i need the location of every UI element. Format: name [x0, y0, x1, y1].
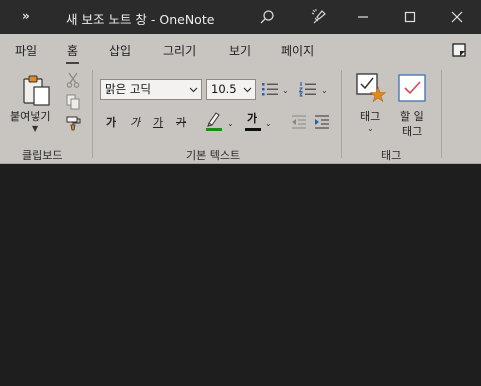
bullets-dropdown-chevron-down-icon[interactable]: ⌄ [282, 86, 289, 95]
feedback-button[interactable] [304, 0, 334, 34]
tag-checkbox-star-icon [356, 73, 387, 103]
group-divider [341, 70, 342, 158]
title-bar: » 새 보조 노트 창 - OneNote [0, 0, 481, 34]
group-divider [92, 70, 93, 158]
increase-indent-button[interactable] [314, 114, 330, 133]
format-painter-icon [66, 116, 81, 131]
expand-more-button[interactable]: » [22, 9, 30, 23]
tag-button[interactable] [355, 72, 387, 110]
underline-button[interactable]: 가 [153, 114, 163, 130]
numbering-dropdown-chevron-down-icon[interactable]: ⌄ [321, 86, 328, 95]
paste-clipboard-icon [23, 75, 50, 106]
tab-view[interactable]: 보기 [229, 42, 251, 59]
cut-button[interactable] [66, 72, 80, 92]
basic-text-group-label: 기본 텍스트 [186, 149, 241, 162]
font-name-value: 맑은 고딕 [105, 82, 151, 96]
paste-dropdown-chevron-down-icon[interactable]: ▼ [32, 124, 38, 133]
paste-label: 붙여넣기 [10, 110, 51, 123]
font-color-glyph: 가 [247, 112, 258, 125]
bullet-list-icon [262, 83, 278, 96]
highlighter-icon [206, 112, 222, 131]
tab-page[interactable]: 페이지 [281, 42, 314, 59]
decrease-indent-icon [292, 115, 306, 129]
tags-group-label: 태그 [381, 149, 402, 162]
decrease-indent-button[interactable] [291, 114, 307, 133]
todo-checkbox-icon [398, 74, 426, 102]
highlight-dropdown-chevron-down-icon[interactable]: ⌄ [227, 119, 234, 128]
tag-label: 태그 [360, 110, 381, 123]
copy-icon [66, 94, 80, 110]
close-icon [451, 11, 463, 23]
clipboard-group-label: 클립보드 [22, 149, 63, 162]
font-color-swatch [245, 128, 261, 131]
copy-button[interactable] [66, 94, 81, 114]
minimize-icon [358, 16, 368, 18]
ribbon: 붙여넣기 ▼ 클립보드 맑은 고딕 10.5 ⌄ ⌄ 가 가 가 가 ⌄ 가 ⌄… [0, 64, 481, 164]
chevron-down-icon [243, 87, 252, 93]
feedback-icon [311, 9, 326, 24]
ribbon-display-icon [452, 43, 466, 57]
tab-home[interactable]: 홈 [65, 42, 80, 64]
scissors-icon [66, 72, 80, 88]
minimize-button[interactable] [348, 0, 378, 34]
group-divider [441, 70, 442, 158]
window-title: 새 보조 노트 창 - OneNote [66, 12, 215, 27]
ribbon-tabs: 파일 홈 삽입 그리기 보기 페이지 [0, 34, 481, 64]
maximize-button[interactable] [395, 0, 425, 34]
note-canvas[interactable] [0, 165, 481, 386]
bullets-button[interactable] [261, 81, 279, 101]
todo-tag-label-line2: 태그 [402, 125, 423, 138]
bold-button[interactable]: 가 [106, 114, 116, 130]
tab-insert[interactable]: 삽입 [109, 42, 131, 59]
tab-draw[interactable]: 그리기 [163, 42, 196, 59]
font-color-button[interactable]: 가 [244, 110, 262, 132]
chevron-down-icon [189, 87, 198, 93]
paste-button[interactable] [22, 74, 52, 112]
search-icon [260, 10, 274, 24]
format-painter-button[interactable] [66, 115, 82, 135]
strikethrough-button[interactable]: 가 [176, 114, 186, 130]
maximize-icon [404, 11, 416, 23]
numbered-list-icon [298, 82, 316, 97]
todo-tag-button[interactable] [398, 74, 426, 106]
font-name-combobox[interactable]: 맑은 고딕 [100, 79, 202, 100]
tag-dropdown-chevron-down-icon[interactable]: ⌄ [367, 124, 374, 133]
search-button[interactable] [252, 0, 282, 34]
font-size-combobox[interactable]: 10.5 [206, 79, 256, 100]
numbering-button[interactable] [298, 81, 317, 101]
font-color-dropdown-chevron-down-icon[interactable]: ⌄ [265, 119, 272, 128]
italic-button[interactable]: 가 [130, 114, 140, 130]
ribbon-display-button[interactable] [451, 42, 467, 62]
todo-tag-label-line1: 할 일 [400, 110, 424, 123]
increase-indent-icon [315, 115, 329, 129]
close-button[interactable] [442, 0, 472, 34]
tab-file[interactable]: 파일 [15, 42, 37, 59]
font-size-value: 10.5 [211, 82, 237, 96]
highlight-button[interactable] [205, 110, 223, 136]
